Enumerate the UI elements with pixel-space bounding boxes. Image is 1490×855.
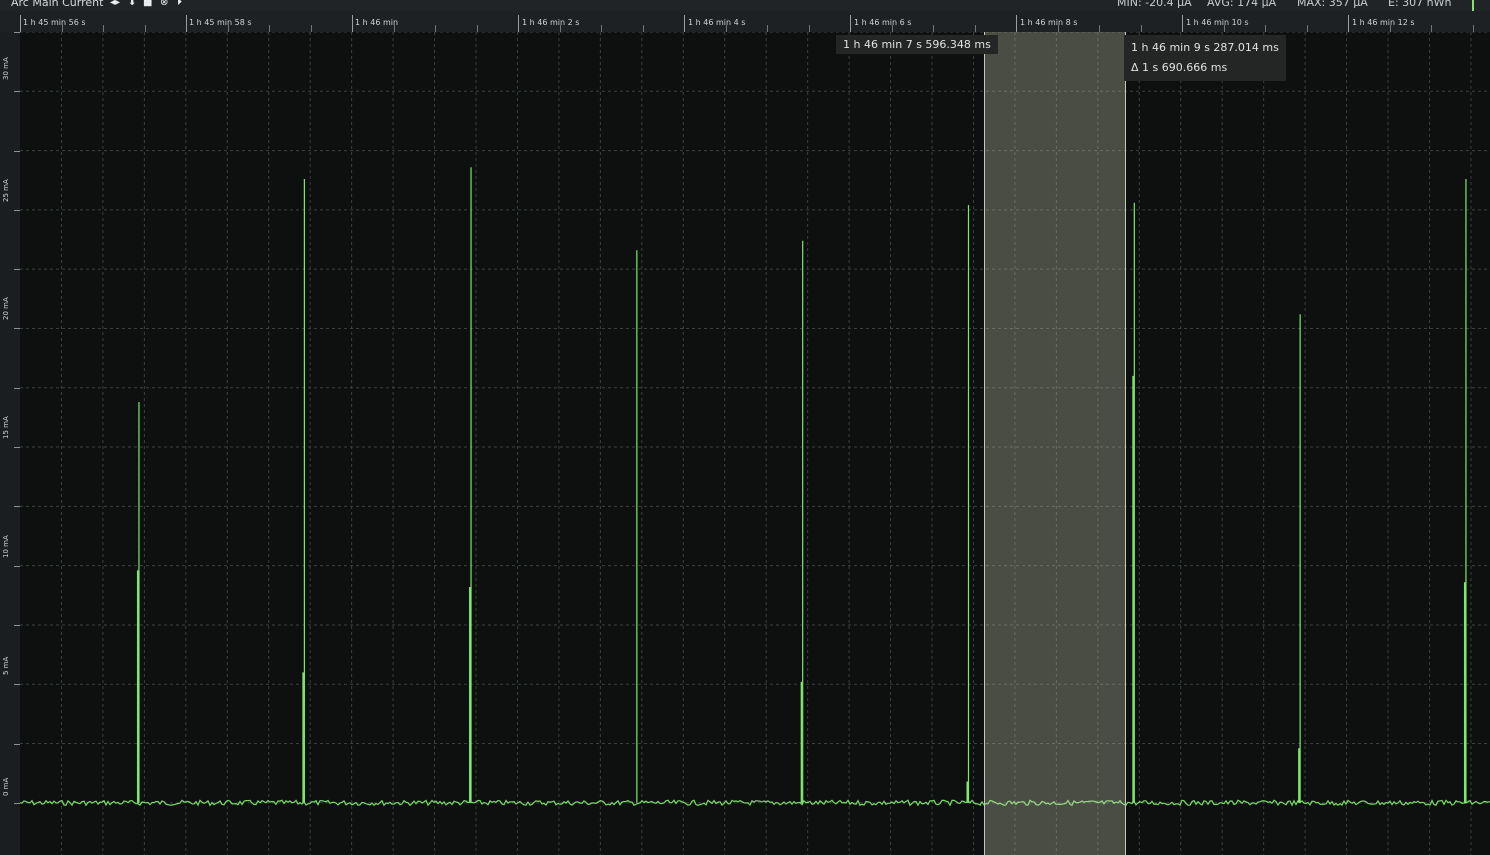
time-axis-tick [269,25,270,32]
time-axis-tick [1431,25,1432,32]
time-axis-tick [933,25,934,32]
current-trace [20,167,1490,807]
time-axis-tick [61,25,63,32]
time-axis-tick [1348,15,1349,32]
y-axis-label: 20 mA [2,297,10,320]
time-axis-tick [1389,25,1391,32]
y-axis-label: 15 mA [2,416,10,439]
y-axis[interactable]: 30 mA 25 mA 20 mA 15 mA 10 mA 5 mA 0 mA [0,32,20,855]
y-axis-label: 5 mA [2,656,10,675]
cursor-right-label: 1 h 46 min 9 s 287.014 ms Δ 1 s 690.666 … [1124,35,1286,81]
time-axis-label: 1 h 46 min 2 s [522,18,580,27]
time-axis-label: 1 h 46 min [355,18,399,27]
cursor-left-time: 1 h 46 min 7 s 596.348 ms [843,38,991,51]
grid [20,32,1490,855]
stat-avg: AVG: 174 µA [1207,0,1277,9]
time-axis-tick [227,25,229,32]
y-axis-label: 10 mA [2,535,10,558]
close-circle-icon[interactable]: ⊗ [160,0,168,9]
cursor-delta: Δ 1 s 690.666 ms [1131,61,1228,74]
time-axis-tick [891,25,893,32]
current-chart [20,32,1490,855]
time-axis[interactable]: 1 h 45 min 56 s 1 h 45 min 58 s 1 h 46 m… [0,11,1490,32]
time-axis-tick [393,25,395,32]
time-axis-tick [144,25,146,32]
time-axis-tick [1140,25,1142,32]
time-axis-tick [1182,15,1183,32]
pan-vertical-icon[interactable]: ⬍ [128,0,136,9]
cursor-right-time: 1 h 46 min 9 s 287.014 ms [1131,41,1279,54]
time-axis-tick [808,25,810,32]
time-axis-tick [310,25,312,32]
time-axis-label: 1 h 46 min 6 s [854,18,912,27]
step-forward-icon[interactable]: ⏵ [177,0,182,9]
time-axis-tick [850,15,851,32]
time-axis-tick [974,25,976,32]
time-axis-tick [1472,25,1474,32]
time-axis-tick [476,25,478,32]
plot-area[interactable]: 1 h 46 min 7 s 596.348 ms 1 h 46 min 9 s… [20,32,1490,855]
time-axis-label: 1 h 45 min 58 s [189,18,252,27]
time-axis-tick [20,15,21,32]
time-axis-tick [103,25,104,32]
selection-region[interactable] [984,32,1126,855]
time-axis-tick [1223,25,1225,32]
time-axis-tick [1265,25,1266,32]
y-axis-label: 30 mA [2,57,10,80]
time-axis-tick [684,15,685,32]
stat-energy: E: 307 nWh [1388,0,1452,9]
time-axis-tick [1099,25,1100,32]
time-axis-label: 1 h 46 min 10 s [1186,18,1249,27]
time-axis-tick [642,25,644,32]
time-axis-tick [559,25,561,32]
stop-icon[interactable]: ■ [143,0,152,9]
pan-horizontal-icon[interactable]: ◂▸ [110,0,120,9]
stat-min: MIN: -20.4 µA [1117,0,1192,9]
y-axis-label: 25 mA [2,179,10,202]
channel-title: Arc Main Current [11,0,104,9]
time-axis-tick [1016,15,1017,32]
time-axis-tick [186,15,187,32]
time-axis-tick [601,25,602,32]
cursor-left-label: 1 h 46 min 7 s 596.348 ms [836,35,998,54]
time-axis-label: 1 h 46 min 4 s [688,18,746,27]
channel-color-marker [1472,0,1474,11]
time-axis-label: 1 h 46 min 8 s [1020,18,1078,27]
time-axis-tick [435,25,436,32]
time-axis-tick [1057,25,1059,32]
time-axis-label: 1 h 46 min 12 s [1352,18,1415,27]
time-axis-tick [352,15,353,32]
time-axis-tick [1306,25,1308,32]
time-axis-tick [767,25,768,32]
stat-max: MAX: 357 µA [1297,0,1368,9]
y-axis-label: 0 mA [2,777,10,796]
channel-header: Arc Main Current ◂▸ ⬍ ■ ⊗ ⏵ MIN: -20.4 µ… [0,0,1490,11]
time-axis-tick [725,25,727,32]
time-axis-label: 1 h 45 min 56 s [23,18,86,27]
time-axis-tick [518,15,519,32]
